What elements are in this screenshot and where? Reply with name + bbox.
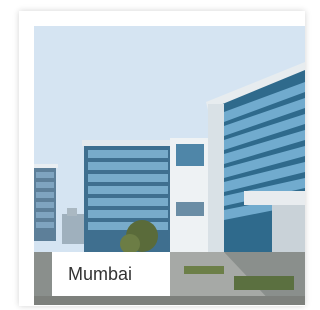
location-card[interactable]: Mumbai [19, 11, 305, 306]
city-caption: Mumbai [52, 252, 170, 296]
city-label: Mumbai [68, 263, 133, 284]
office-building-image: Mumbai [34, 26, 305, 305]
